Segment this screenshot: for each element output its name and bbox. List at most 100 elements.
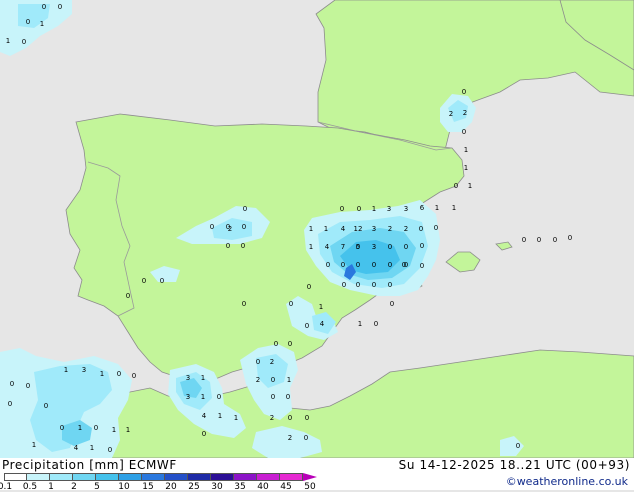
legend-tick: 30 — [211, 482, 223, 492]
station-value: 0 — [288, 340, 292, 348]
station-value: 3 — [372, 243, 376, 251]
station-value: 1 — [40, 20, 44, 28]
station-value: 1 — [464, 146, 468, 154]
station-value: 0 — [305, 414, 309, 422]
station-value: 0 — [286, 393, 290, 401]
station-value: 0 — [356, 281, 360, 289]
station-value: 1 — [6, 37, 10, 45]
station-value: 0 — [210, 223, 214, 231]
station-value: 4 — [320, 320, 325, 328]
station-value: 0 — [202, 430, 206, 438]
station-value: 0 — [274, 340, 278, 348]
legend-swatch — [165, 473, 188, 481]
station-value: 0 — [388, 281, 392, 289]
legend-swatch — [27, 473, 50, 481]
station-value: 0 — [462, 88, 466, 96]
station-value: 0 — [372, 281, 376, 289]
station-value: 1 — [309, 225, 313, 233]
station-value: 0 — [8, 400, 12, 408]
station-value: 4 — [325, 243, 330, 251]
legend-swatch — [280, 473, 303, 481]
legend-arrow — [303, 473, 317, 481]
station-value: 7 — [341, 243, 345, 251]
station-value: 4 — [341, 225, 346, 233]
station-value: 1 — [234, 414, 238, 422]
station-value: 0 — [372, 261, 376, 269]
legend-tick: 35 — [234, 482, 246, 492]
station-value: 0 — [522, 236, 526, 244]
station-value: 0 — [374, 320, 378, 328]
legend-color-scale — [4, 473, 317, 481]
legend-swatch — [119, 473, 142, 481]
legend-swatch — [211, 473, 234, 481]
station-value: 2 — [449, 110, 453, 118]
station-value: 1 — [435, 204, 439, 212]
map-title-label: Precipitation [mm] — [2, 458, 125, 472]
station-value: 0 — [126, 292, 130, 300]
station-value: 0 — [462, 128, 466, 136]
station-value: 1 — [90, 444, 94, 452]
station-value: 1 — [78, 424, 82, 432]
legend-swatch — [142, 473, 165, 481]
station-value: 1 — [32, 441, 36, 449]
station-value: 0 — [117, 370, 121, 378]
station-value: 0 — [326, 261, 330, 269]
station-value: 0 — [142, 277, 146, 285]
station-value: 1 — [358, 320, 362, 328]
station-value: 0 — [537, 236, 541, 244]
legend-swatch — [50, 473, 73, 481]
station-value: 0 — [26, 18, 30, 26]
legend-tick: 2 — [71, 482, 77, 492]
copyright-link[interactable]: ©weatheronline.co.uk — [506, 475, 628, 488]
station-value: 0 — [271, 393, 275, 401]
station-value: 0 — [288, 414, 292, 422]
station-value: 1 — [309, 243, 313, 251]
station-value: 0 — [304, 434, 308, 442]
station-value: 0 — [420, 242, 424, 250]
station-value: 0 — [388, 261, 392, 269]
station-value: 1 — [372, 205, 376, 213]
legend-tick: 25 — [188, 482, 200, 492]
station-value: 4 — [74, 444, 79, 452]
station-value: 0 — [132, 372, 136, 380]
station-value: 1 — [319, 303, 323, 311]
legend-tick: 0.1 — [0, 482, 13, 492]
station-value: 0 — [241, 242, 245, 250]
station-value: 2 — [404, 225, 408, 233]
legend-tick: 45 — [280, 482, 292, 492]
station-value: 3 — [404, 205, 408, 213]
station-value: 0 — [568, 234, 572, 242]
map-title-model: ECMWF — [128, 458, 177, 472]
station-value: 0 — [341, 261, 345, 269]
station-value: 3 — [372, 225, 376, 233]
station-value: 0 — [44, 402, 48, 410]
station-value: 0 — [404, 243, 408, 251]
station-value: 0 — [388, 243, 392, 251]
station-value: 1 — [126, 426, 130, 434]
station-value: 0 — [289, 300, 293, 308]
station-value: 2 — [388, 225, 392, 233]
station-value: 1 — [218, 412, 222, 420]
station-value: 1 — [468, 182, 472, 190]
station-value: 5 — [356, 243, 360, 251]
station-value: 0 — [26, 382, 30, 390]
station-value: 0 — [226, 242, 230, 250]
station-value: 1 — [201, 374, 205, 382]
legend-swatch — [4, 473, 27, 481]
legend-swatch — [96, 473, 119, 481]
station-value: 0 — [217, 393, 221, 401]
station-value: 12 — [354, 225, 363, 233]
station-value: 0 — [390, 300, 394, 308]
station-value: 0 — [516, 442, 520, 450]
station-value: 0 — [58, 3, 62, 11]
station-value: 0 — [242, 223, 246, 231]
station-value: 0 — [108, 446, 112, 454]
station-value: 1 — [324, 225, 328, 233]
legend-swatch — [73, 473, 96, 481]
legend-swatch — [188, 473, 211, 481]
precipitation-map: 0 00 11 002 2110 1000 0 020 00 0 1 3 3 6 1 11 1 4 12 3 2 2 0 01… — [0, 0, 634, 458]
station-value: 0 — [256, 358, 260, 366]
station-value: 1 — [287, 376, 291, 384]
station-value: 0 — [356, 261, 360, 269]
legend-tick: 1 — [48, 482, 54, 492]
